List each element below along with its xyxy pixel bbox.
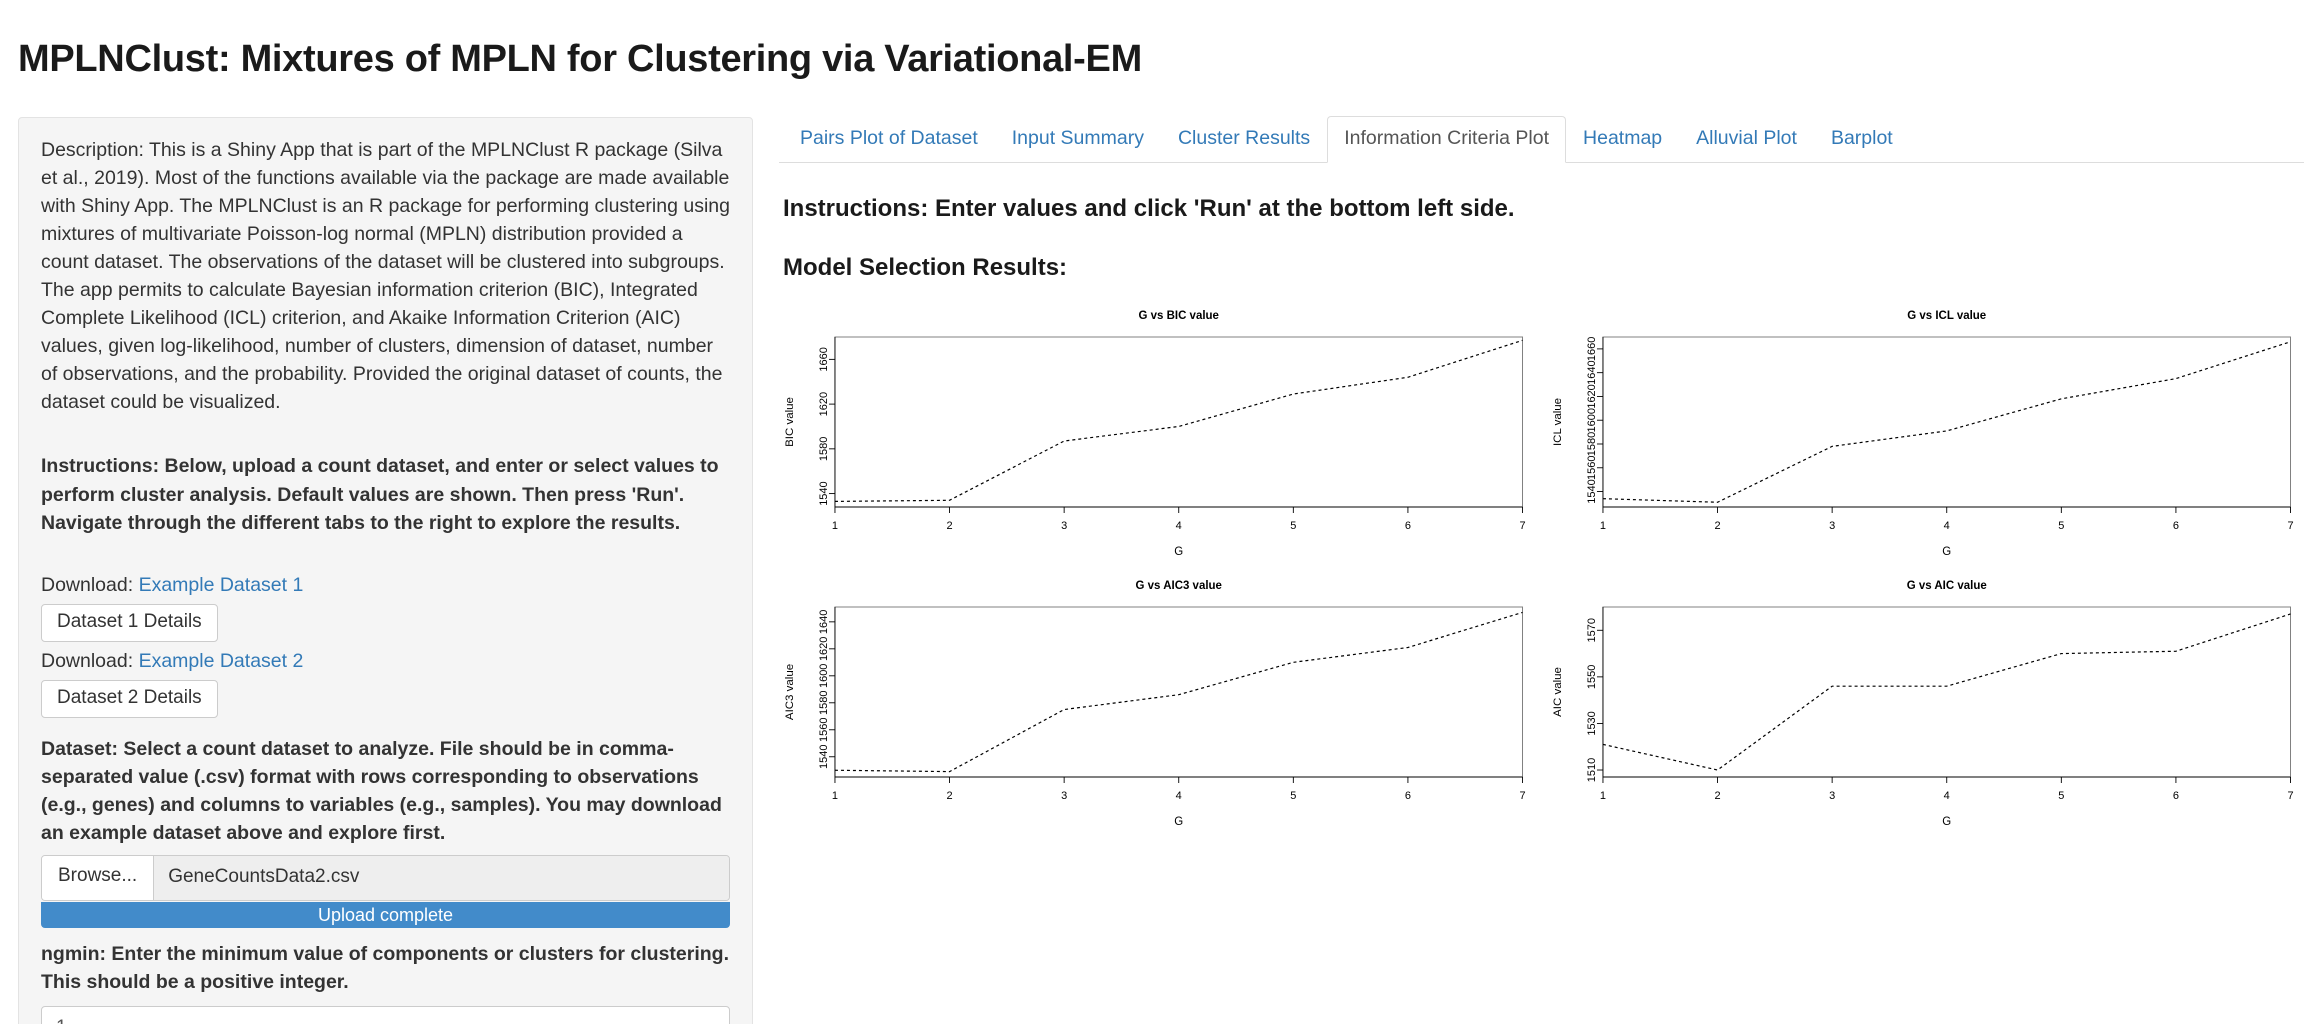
svg-text:6: 6 (1405, 790, 1411, 802)
svg-text:5: 5 (2058, 790, 2064, 802)
svg-text:1640: 1640 (1585, 361, 1597, 385)
svg-text:G vs BIC value: G vs BIC value (1139, 310, 1219, 322)
main-layout: Description: This is a Shiny App that is… (0, 116, 2318, 1024)
page-title: MPLNClust: Mixtures of MPLN for Clusteri… (18, 38, 1142, 81)
svg-text:3: 3 (1061, 520, 1067, 532)
svg-text:7: 7 (2287, 520, 2293, 532)
svg-text:3: 3 (1829, 520, 1835, 532)
svg-text:1580: 1580 (1585, 432, 1597, 456)
download-label-2: Download: (41, 649, 134, 672)
svg-text:1510: 1510 (1585, 758, 1597, 782)
svg-text:1620: 1620 (818, 392, 830, 416)
svg-text:G: G (1174, 816, 1183, 828)
svg-text:G vs ICL value: G vs ICL value (1907, 310, 1986, 322)
sidebar-instructions-text: Instructions: Below, upload a count data… (41, 455, 719, 534)
upload-progress-bar: Upload complete (41, 901, 730, 928)
svg-text:1560: 1560 (1585, 456, 1597, 480)
svg-text:1580: 1580 (818, 691, 830, 715)
svg-text:G vs AIC3 value: G vs AIC3 value (1136, 580, 1222, 592)
chart-icl: G vs ICL value 1540 1560 1580 1600 1620 1640 16… (1547, 299, 2305, 569)
svg-text:AIC value: AIC value (1551, 667, 1563, 717)
svg-text:4: 4 (1176, 520, 1182, 532)
svg-text:1540: 1540 (1585, 479, 1597, 503)
svg-text:4: 4 (1176, 790, 1182, 802)
svg-text:1540: 1540 (818, 745, 830, 769)
description-text: Description: This is a Shiny App that is… (41, 138, 730, 414)
svg-text:5: 5 (1290, 790, 1296, 802)
svg-text:1540: 1540 (818, 481, 830, 505)
svg-text:2: 2 (947, 520, 953, 532)
browse-button[interactable]: Browse... (42, 855, 155, 900)
tab-information-criteria-plot[interactable]: Information Criteria Plot (1327, 116, 1567, 163)
svg-text:7: 7 (1519, 790, 1525, 802)
model-selection-results-heading: Model Selection Results: (783, 253, 1068, 281)
dataset-field-label: Dataset: Select a count dataset to analy… (41, 737, 722, 844)
selected-file-name: GeneCountsData2.csv (154, 855, 729, 900)
svg-text:1660: 1660 (1585, 337, 1597, 361)
svg-text:G: G (1942, 816, 1951, 828)
svg-text:1550: 1550 (1585, 665, 1597, 689)
svg-text:4: 4 (1943, 790, 1949, 802)
svg-text:3: 3 (1061, 790, 1067, 802)
svg-text:1620: 1620 (818, 637, 830, 661)
svg-text:1620: 1620 (1585, 384, 1597, 408)
svg-text:1660: 1660 (818, 347, 830, 371)
svg-text:1600: 1600 (1585, 408, 1597, 432)
tab-bar: Pairs Plot of Dataset Input Summary Clus… (779, 116, 2304, 163)
svg-text:1600: 1600 (818, 664, 830, 688)
svg-text:2: 2 (1714, 790, 1720, 802)
svg-text:2: 2 (1714, 520, 1720, 532)
dataset-2-details-button[interactable]: Dataset 2 Details (41, 679, 218, 718)
information-criteria-plot-grid: G vs BIC value 1540 1580 1620 1660 1 2 3 4 5 6 7 G BI… (779, 299, 2304, 839)
svg-text:2: 2 (947, 790, 953, 802)
svg-text:7: 7 (2287, 790, 2293, 802)
tab-barplot[interactable]: Barplot (1814, 116, 1910, 162)
svg-text:6: 6 (2172, 790, 2178, 802)
svg-text:BIC value: BIC value (784, 397, 796, 447)
file-upload-group[interactable]: Browse... GeneCountsData2.csv (41, 854, 730, 901)
chart-bic: G vs BIC value 1540 1580 1620 1660 1 2 3 4 5 6 7 G BI… (779, 299, 1537, 569)
svg-text:1: 1 (832, 790, 838, 802)
upload-progress: Upload complete (41, 901, 730, 928)
svg-text:ICL value: ICL value (1551, 398, 1563, 446)
svg-text:1: 1 (1599, 790, 1605, 802)
svg-text:G vs AIC value: G vs AIC value (1906, 580, 1986, 592)
svg-text:1580: 1580 (818, 437, 830, 461)
dataset-1-details-button[interactable]: Dataset 1 Details (41, 603, 218, 642)
svg-text:5: 5 (1290, 520, 1296, 532)
download-example-1-line: Download: Example Dataset 1 (41, 571, 730, 600)
ngmin-field-label: ngmin: Enter the minimum value of compon… (41, 942, 730, 993)
svg-text:G: G (1942, 546, 1951, 558)
svg-text:1640: 1640 (818, 610, 830, 634)
app-root: MPLNClust: Mixtures of MPLN for Clusteri… (0, 25, 2318, 1024)
example-dataset-1-link[interactable]: Example Dataset 1 (139, 574, 304, 596)
chart-aic: G vs AIC value 1510 1530 1550 1570 1 2 3 4 5 6 7 G AI… (1547, 569, 2305, 839)
svg-text:4: 4 (1943, 520, 1949, 532)
svg-text:1530: 1530 (1585, 711, 1597, 735)
svg-text:1: 1 (832, 520, 838, 532)
tab-alluvial-plot[interactable]: Alluvial Plot (1679, 116, 1814, 162)
tab-cluster-results[interactable]: Cluster Results (1161, 116, 1327, 162)
svg-text:5: 5 (2058, 520, 2064, 532)
svg-text:AIC3 value: AIC3 value (784, 664, 796, 720)
ngmin-input[interactable] (41, 1006, 730, 1024)
svg-text:7: 7 (1519, 520, 1525, 532)
sidebar-panel: Description: This is a Shiny App that is… (18, 116, 753, 1024)
tab-input-summary[interactable]: Input Summary (995, 116, 1161, 162)
svg-text:G: G (1174, 546, 1183, 558)
svg-text:1: 1 (1599, 520, 1605, 532)
chart-aic3: G vs AIC3 value 1540 1560 1580 1600 1620 1640 1… (779, 569, 1537, 839)
svg-text:3: 3 (1829, 790, 1835, 802)
tab-heatmap[interactable]: Heatmap (1566, 116, 1679, 162)
svg-text:6: 6 (2172, 520, 2178, 532)
example-dataset-2-link[interactable]: Example Dataset 2 (139, 650, 304, 672)
tab-pairs-plot-of-dataset[interactable]: Pairs Plot of Dataset (783, 116, 995, 162)
svg-text:6: 6 (1405, 520, 1411, 532)
main-panel: Pairs Plot of Dataset Input Summary Clus… (779, 116, 2304, 839)
svg-text:1560: 1560 (818, 718, 830, 742)
main-instructions-text: Instructions: Enter values and click 'Ru… (783, 194, 1515, 222)
download-example-2-line: Download: Example Dataset 2 (41, 647, 730, 676)
download-label-1: Download: (41, 573, 134, 596)
svg-text:1570: 1570 (1585, 618, 1597, 642)
